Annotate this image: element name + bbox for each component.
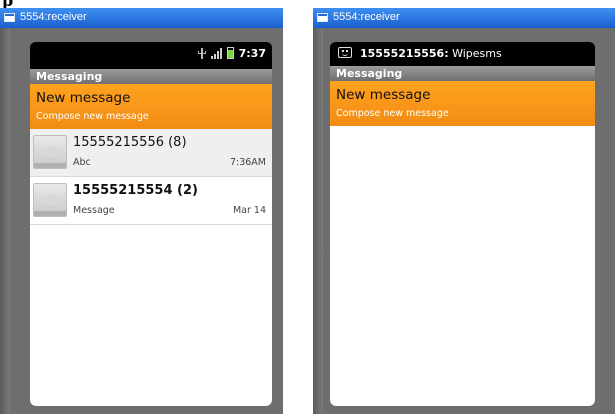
window-icon: [4, 13, 15, 22]
phone-device: 7:37 Messaging New message Compose new m…: [30, 42, 272, 406]
status-icons: 7:37: [197, 46, 266, 60]
contact-avatar-icon: [33, 183, 67, 217]
sms-notification-icon: [338, 47, 352, 58]
window-titlebar[interactable]: 5554:receiver: [313, 8, 615, 28]
thread-item[interactable]: 15555215554 (2) Message Mar 14: [30, 177, 272, 225]
notification-bar[interactable]: 15555215556: Wipesms: [330, 42, 595, 66]
screenshot-stage: p 5554:receiver 7:37 Messaging New messa…: [0, 0, 615, 414]
status-clock: 7:37: [238, 46, 266, 60]
notification-message: Wipesms: [448, 47, 502, 60]
window-title: 5554:receiver: [333, 11, 400, 23]
thread-snippet: Abc: [73, 157, 91, 168]
notification-text: 15555215556: Wipesms: [360, 47, 502, 60]
phone-screen: 15555215556: Wipesms Messaging New messa…: [330, 42, 595, 406]
app-title-bar: Messaging: [30, 69, 272, 84]
notification-sender: 15555215556:: [360, 47, 449, 60]
phone-device: 15555215556: Wipesms Messaging New messa…: [330, 42, 595, 406]
emulator-window-right: 5554:receiver 15555215556: Wipesms Messa…: [313, 8, 615, 414]
thread-item[interactable]: 15555215556 (8) Abc 7:36AM: [30, 129, 272, 177]
emulator-window-left: 5554:receiver 7:37 Messaging New message…: [0, 8, 283, 414]
status-bar: 7:37: [30, 42, 272, 64]
thread-contact: 15555215554 (2): [73, 183, 198, 198]
signal-icon: [210, 47, 222, 59]
phone-screen: 7:37 Messaging New message Compose new m…: [30, 42, 272, 406]
messaging-list: New message Compose new message 15555215…: [30, 84, 272, 406]
new-message-title: New message: [336, 87, 431, 103]
thread-date: 7:36AM: [229, 157, 266, 168]
frame-left-edge: [0, 28, 10, 414]
new-message-item[interactable]: New message Compose new message: [30, 84, 272, 129]
usb-icon: [197, 47, 206, 59]
new-message-title: New message: [36, 90, 131, 106]
window-icon: [317, 13, 328, 22]
messaging-list: New message Compose new message: [330, 81, 595, 406]
thread-contact: 15555215556 (8): [73, 135, 187, 150]
window-titlebar[interactable]: 5554:receiver: [0, 8, 283, 28]
window-title: 5554:receiver: [20, 11, 87, 23]
thread-snippet: Message: [73, 205, 115, 216]
new-message-subtitle: Compose new message: [36, 111, 149, 122]
new-message-subtitle: Compose new message: [336, 108, 449, 119]
battery-icon: [226, 47, 234, 59]
app-title-bar: Messaging: [330, 66, 595, 81]
contact-avatar-icon: [33, 135, 67, 169]
thread-date: Mar 14: [232, 205, 266, 216]
new-message-item[interactable]: New message Compose new message: [330, 81, 595, 126]
frame-left-edge: [313, 28, 323, 414]
